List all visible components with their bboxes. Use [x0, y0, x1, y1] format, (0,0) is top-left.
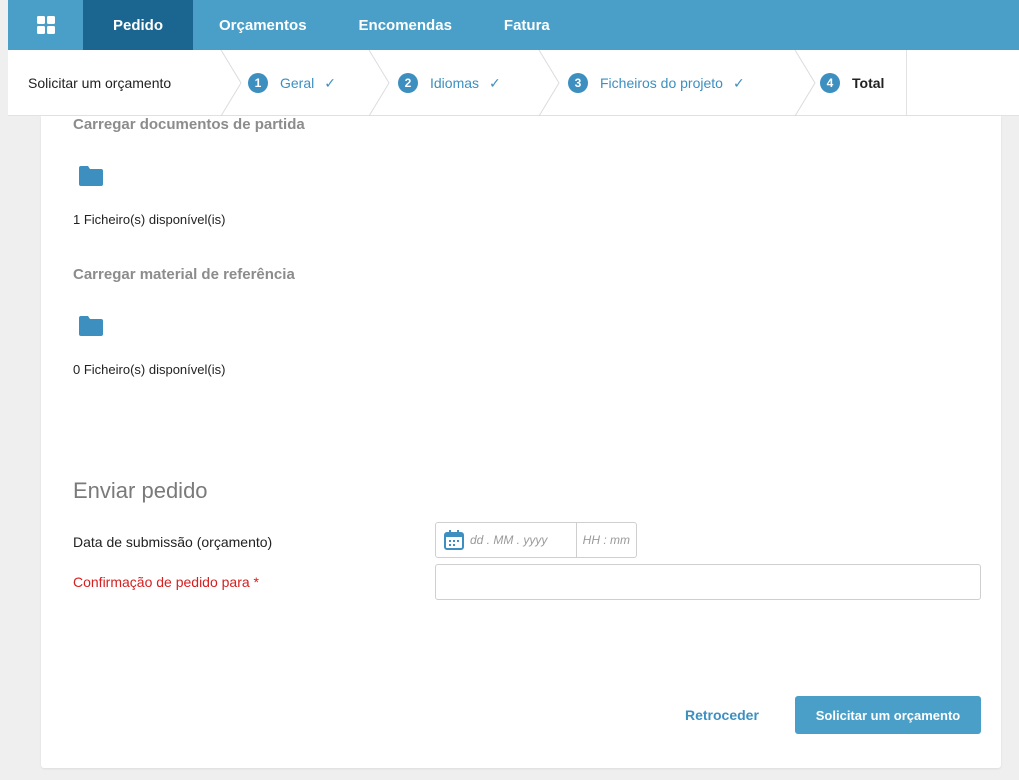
submission-date-label: Data de submissão (orçamento)	[73, 534, 273, 550]
wizard-step-total[interactable]: 4 Total	[820, 50, 884, 116]
back-button[interactable]: Retroceder	[685, 696, 759, 734]
wizard-step-ficheiros[interactable]: 3 Ficheiros do projeto ✓	[568, 50, 745, 116]
wizard-step-geral[interactable]: 1 Geral ✓	[248, 50, 336, 116]
tab-fatura[interactable]: Fatura	[478, 0, 576, 50]
content-card: Carregar documentos de partida 1 Ficheir…	[41, 116, 1001, 768]
folder-icon[interactable]	[79, 166, 103, 186]
apps-menu-button[interactable]	[8, 0, 83, 50]
request-quote-button[interactable]: Solicitar um orçamento	[795, 696, 981, 734]
chevron-divider	[538, 50, 560, 116]
reference-title: Carregar material de referência	[73, 266, 295, 283]
confirmation-label: Confirmação de pedido para *	[73, 574, 260, 590]
step-number: 3	[568, 73, 588, 93]
step-number: 2	[398, 73, 418, 93]
send-section-title: Enviar pedido	[73, 478, 208, 503]
source-docs-count: 1 Ficheiro(s) disponível(is)	[73, 212, 226, 227]
check-icon: ✓	[732, 74, 745, 91]
submission-date-input[interactable]: dd . MM . yyyy HH : mm	[435, 522, 637, 558]
check-icon: ✓	[324, 74, 336, 91]
step-number: 1	[248, 73, 268, 93]
calendar-icon[interactable]	[444, 530, 464, 550]
time-placeholder[interactable]: HH : mm	[575, 523, 636, 557]
wizard-end-divider	[906, 50, 907, 116]
wizard-step-idiomas[interactable]: 2 Idiomas ✓	[398, 50, 501, 116]
date-placeholder[interactable]: dd . MM . yyyy	[470, 533, 553, 547]
chevron-divider	[220, 50, 242, 116]
step-label: Ficheiros do projeto	[600, 75, 723, 91]
step-label: Total	[852, 75, 885, 91]
chevron-divider	[794, 50, 816, 116]
chevron-divider	[368, 50, 390, 116]
step-label: Geral	[280, 75, 315, 91]
check-icon: ✓	[489, 74, 501, 91]
wizard-steps: Solicitar um orçamento 1 Geral ✓ 2 Idiom…	[8, 50, 1019, 116]
reference-count: 0 Ficheiro(s) disponível(is)	[73, 362, 226, 377]
step-label: Idiomas	[430, 75, 480, 91]
top-navigation: Pedido Orçamentos Encomendas Fatura	[8, 0, 1019, 50]
tab-orcamentos[interactable]: Orçamentos	[193, 0, 333, 50]
tab-pedido[interactable]: Pedido	[83, 0, 193, 50]
source-docs-title: Carregar documentos de partida	[73, 116, 305, 133]
confirmation-email-input[interactable]	[435, 564, 981, 600]
wizard-start-label: Solicitar um orçamento	[28, 74, 172, 91]
tab-encomendas[interactable]: Encomendas	[333, 0, 478, 50]
grid-icon	[36, 16, 55, 34]
folder-icon[interactable]	[79, 316, 103, 336]
step-number: 4	[820, 73, 840, 93]
